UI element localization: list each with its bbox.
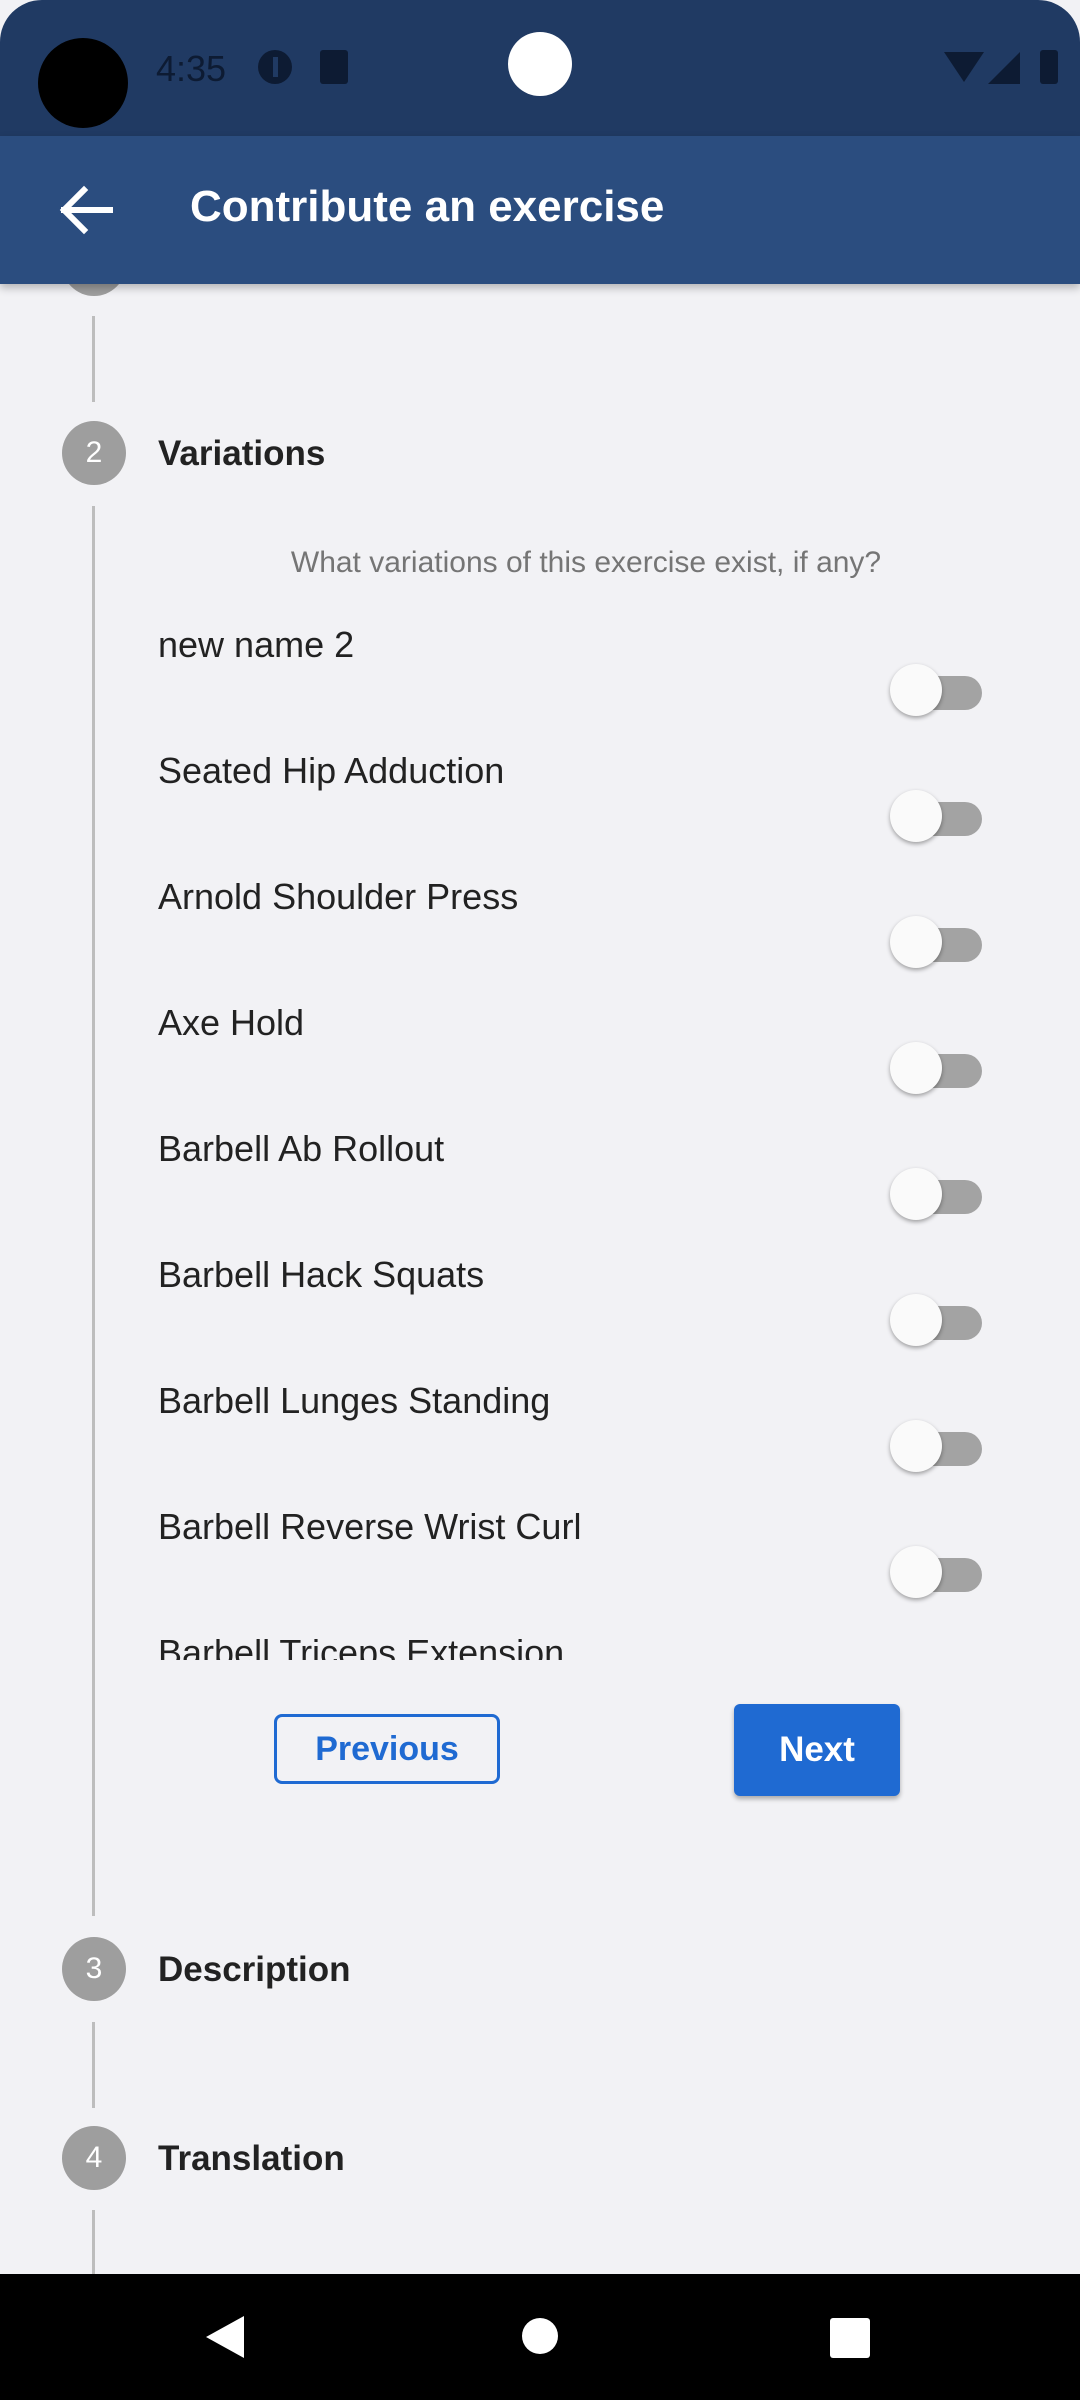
- step-connector: [92, 506, 95, 1916]
- step-connector: [92, 2022, 95, 2108]
- variation-label: Barbell Ab Rollout: [158, 1128, 445, 1169]
- step-connector: [92, 316, 95, 402]
- variation-toggle[interactable]: [890, 908, 984, 968]
- step-3-title[interactable]: Description: [158, 1950, 351, 1990]
- step-4-indicator: 4: [62, 2126, 126, 2190]
- variation-label: new name 2: [158, 624, 355, 665]
- back-button[interactable]: [40, 164, 132, 256]
- list-item: Barbell Hack Squats: [140, 1240, 1020, 1366]
- list-item: Barbell Ab Rollout: [140, 1114, 1020, 1240]
- variation-toggle[interactable]: [890, 1160, 984, 1220]
- page-title: Contribute an exercise: [190, 182, 665, 231]
- status-bar: 4:35: [0, 0, 1080, 136]
- variation-label: Barbell Hack Squats: [158, 1254, 485, 1295]
- variation-toggle[interactable]: [890, 656, 984, 716]
- battery-icon: [1040, 50, 1058, 84]
- step-2-title[interactable]: Variations: [158, 434, 325, 474]
- previous-button[interactable]: Previous: [274, 1714, 500, 1784]
- step-3-indicator: 3: [62, 1937, 126, 2001]
- list-item: new name 2: [140, 610, 1020, 736]
- sd-card-icon: [320, 50, 348, 84]
- step-2-indicator: 2: [62, 421, 126, 485]
- step-connector: [92, 2210, 95, 2274]
- variation-label: Arnold Shoulder Press: [158, 876, 519, 917]
- app-notification-icon: [258, 50, 292, 84]
- variations-list[interactable]: new name 2 Seated Hip Adduction Arnold S…: [140, 610, 1020, 1660]
- variations-question: What variations of this exercise exist, …: [290, 546, 882, 579]
- variation-label: Barbell Triceps Extension: [158, 1632, 565, 1660]
- list-item: Barbell Triceps Extension: [140, 1618, 1020, 1660]
- nav-back-icon[interactable]: [206, 2316, 244, 2358]
- list-item: Axe Hold: [140, 988, 1020, 1114]
- variation-label: Barbell Lunges Standing: [158, 1380, 551, 1421]
- list-item: Seated Hip Adduction: [140, 736, 1020, 862]
- status-time: 4:35: [156, 48, 227, 89]
- variation-toggle[interactable]: [890, 1286, 984, 1346]
- system-navigation-bar: [0, 2274, 1080, 2400]
- nav-recents-icon[interactable]: [830, 2318, 870, 2358]
- step-4-title[interactable]: Translation: [158, 2139, 345, 2179]
- list-item: Barbell Reverse Wrist Curl: [140, 1492, 1020, 1618]
- list-item: Barbell Lunges Standing: [140, 1366, 1020, 1492]
- variation-toggle[interactable]: [890, 1412, 984, 1472]
- variation-toggle[interactable]: [890, 1034, 984, 1094]
- variation-label: Seated Hip Adduction: [158, 750, 505, 791]
- app-bar: Contribute an exercise: [0, 136, 1080, 284]
- variation-toggle[interactable]: [890, 782, 984, 842]
- list-item: Arnold Shoulder Press: [140, 862, 1020, 988]
- variation-label: Axe Hold: [158, 1002, 305, 1043]
- front-sensor: [508, 32, 572, 96]
- variation-label: Barbell Reverse Wrist Curl: [158, 1506, 582, 1547]
- camera-cutout: [38, 38, 128, 128]
- wifi-icon: [944, 52, 984, 82]
- arrow-back-icon: [59, 185, 113, 235]
- next-button[interactable]: Next: [734, 1704, 900, 1796]
- nav-home-icon[interactable]: [522, 2318, 558, 2354]
- cell-signal-icon: [988, 52, 1020, 84]
- variation-toggle[interactable]: [890, 1538, 984, 1598]
